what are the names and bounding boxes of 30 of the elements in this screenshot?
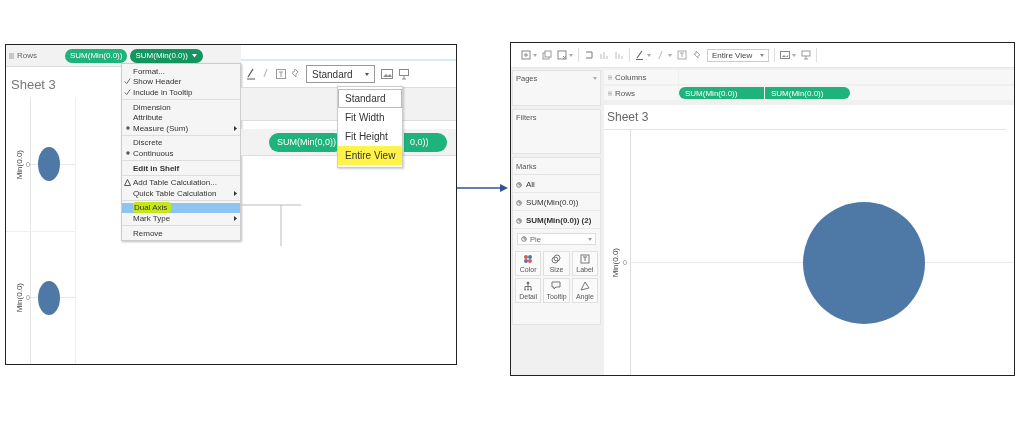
marks-layer[interactable]: SUM(Min(0.0)) [513,195,600,211]
sheet-title: Sheet 3 [11,77,56,92]
menu-item[interactable]: Add Table Calculation... [122,177,240,188]
menu-item[interactable]: Measure (Sum) [122,122,240,134]
menu-item[interactable]: Mark Type [122,213,240,224]
field-pill[interactable]: SUM(Min(0.0)) [130,48,203,63]
shelf-label: Rows [604,86,678,100]
menu-item[interactable]: Remove [122,227,240,239]
menu-item[interactable]: Dual Axis [122,202,240,214]
menu-item[interactable]: Format... [122,66,240,77]
axis-title: Min(0.0) [15,283,25,313]
axis-title: Min(0.0) [15,149,25,179]
menu-item[interactable]: Edit in Shelf [122,162,240,174]
menu-item[interactable]: Include in Tooltip [122,87,240,98]
dropdown-option[interactable]: Fit Width [338,108,403,127]
shelf-label: Columns [604,70,678,84]
fit-dropdown[interactable]: Entire View [707,48,770,62]
marks-layer[interactable]: SUM(Min(0.0)) (2) [513,213,600,229]
shelf-label: Rows [17,51,38,60]
dropdown-option[interactable]: Entire View [338,146,403,165]
menu-item[interactable]: Discrete [122,137,240,149]
marks-layer[interactable]: All [513,177,600,193]
dropdown-option[interactable]: Standard [338,89,403,108]
axis-title: Min(0.0) [611,247,621,278]
menu-item[interactable]: Attribute [122,112,240,123]
menu-item[interactable]: Continuous [122,148,240,159]
menu-item[interactable]: Show Header [122,76,240,88]
fit-dropdown[interactable]: Standard [306,65,375,83]
menu-item[interactable]: Quick Table Calculation [122,187,240,199]
menu-item[interactable]: Dimension [122,101,240,113]
